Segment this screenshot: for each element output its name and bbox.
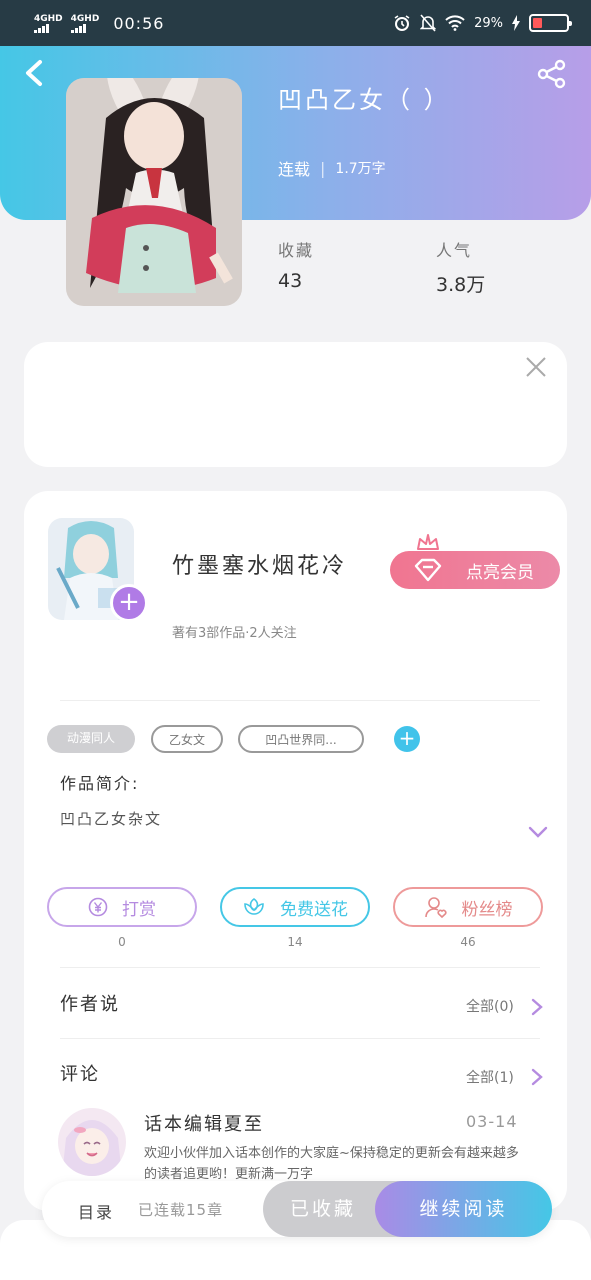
- book-meta: 连载 | 1.7万字: [278, 156, 386, 180]
- author-says-all-link[interactable]: 全部(0): [466, 996, 514, 1016]
- popularity-value: 3.8万: [436, 274, 486, 296]
- diamond-icon: [414, 558, 442, 582]
- crown-icon: [417, 534, 439, 550]
- intro-label: 作品简介:: [60, 774, 140, 793]
- tag-item[interactable]: 动漫同人: [47, 725, 135, 753]
- share-icon[interactable]: [536, 58, 568, 90]
- charging-icon: [512, 15, 520, 31]
- table-of-contents-button[interactable]: 目录: [78, 1199, 114, 1223]
- add-tag-button[interactable]: +: [394, 726, 420, 752]
- battery-icon: [529, 14, 572, 32]
- back-icon[interactable]: [20, 56, 48, 90]
- continue-reading-button[interactable]: 继续阅读: [375, 1181, 552, 1237]
- divider: [60, 1038, 540, 1039]
- commenter-name: 话本编辑夏至: [144, 1114, 264, 1135]
- fan-ranking-button[interactable]: 粉丝榜: [393, 887, 543, 927]
- banner-card: [24, 342, 567, 467]
- flower-count: 14: [287, 935, 303, 949]
- fan-ranking-label: 粉丝榜: [461, 899, 513, 920]
- follow-author-button[interactable]: +: [110, 584, 148, 622]
- tag-item[interactable]: 乙女文: [151, 725, 223, 753]
- close-icon[interactable]: [524, 355, 548, 379]
- reward-button[interactable]: 打赏: [47, 887, 197, 927]
- reward-label: 打赏: [122, 899, 156, 920]
- vip-button-label: 点亮会员: [466, 562, 534, 583]
- intro-text: 凹凸乙女杂文: [60, 810, 163, 828]
- divider: [60, 967, 540, 968]
- mute-icon: [420, 14, 437, 32]
- comments-all-link[interactable]: 全部(1): [466, 1067, 514, 1087]
- send-flower-label: 免费送花: [280, 899, 348, 920]
- serial-status: 连载: [278, 160, 311, 179]
- toc-chapter-status: 已连载15章: [138, 1201, 224, 1219]
- author-says-title: 作者说: [60, 994, 120, 1015]
- signal-bars-icon: [70, 23, 86, 33]
- favorites-label: 收藏: [278, 241, 315, 260]
- send-flower-button[interactable]: 免费送花: [220, 887, 370, 927]
- user-heart-icon: [424, 897, 447, 919]
- clock: 00:56: [113, 13, 165, 33]
- chevron-right-icon[interactable]: [531, 998, 543, 1016]
- signal-indicator-2: 4GHD: [70, 13, 100, 33]
- tag-item[interactable]: 凹凸世界同...: [238, 725, 364, 753]
- author-name[interactable]: 竹墨塞水烟花冷: [172, 548, 347, 580]
- comment-date: 03-14: [466, 1112, 518, 1131]
- book-cover-image[interactable]: [66, 78, 242, 306]
- fan-count: 46: [460, 935, 476, 949]
- popularity-label: 人气: [436, 241, 473, 260]
- signal-label: 4GHD: [70, 13, 100, 24]
- battery-percent: 29%: [474, 15, 503, 31]
- signal-bars-icon: [34, 23, 49, 33]
- comment-text: 欢迎小伙伴加入话本创作的大家庭~保持稳定的更新会有越来越多的读者追更哟！更新满一…: [144, 1146, 519, 1182]
- divider: [60, 700, 540, 701]
- wifi-icon: [445, 15, 465, 31]
- reward-count: 0: [118, 935, 126, 949]
- author-stats: 著有3部作品·2人关注: [172, 626, 297, 641]
- book-title: 凹凸乙女（ ）: [278, 86, 451, 114]
- signal-indicator-1: 4GHD: [34, 14, 63, 33]
- flower-icon: [244, 898, 264, 915]
- word-count: 1.7万字: [335, 161, 386, 177]
- battery-level: [533, 18, 542, 28]
- yuan-coin-icon: [88, 897, 108, 917]
- meta-separator: |: [320, 158, 326, 178]
- chevron-right-icon[interactable]: [531, 1068, 543, 1086]
- alarm-icon: [394, 15, 410, 31]
- status-bar: 4GHD 4GHD 00:56 29%: [0, 0, 591, 46]
- signal-label: 4GHD: [34, 13, 63, 24]
- chevron-down-icon[interactable]: [528, 824, 548, 840]
- comments-title: 评论: [60, 1064, 100, 1085]
- favorites-value: 43: [278, 270, 303, 292]
- commenter-avatar[interactable]: [58, 1108, 126, 1176]
